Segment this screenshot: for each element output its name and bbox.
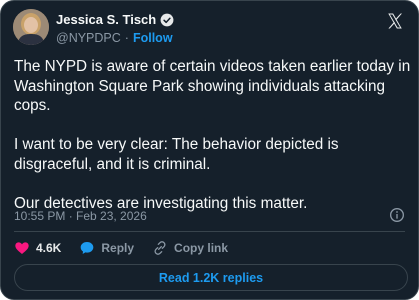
copy-link-label: Copy link <box>174 241 229 255</box>
avatar[interactable] <box>13 9 49 45</box>
link-icon <box>154 241 166 255</box>
read-replies-button[interactable]: Read 1.2K replies <box>14 264 408 291</box>
tweet-text: The NYPD is aware of certain videos take… <box>14 57 412 213</box>
read-replies-label: Read 1.2K replies <box>158 270 264 285</box>
like-button[interactable]: 4.6K <box>14 240 61 256</box>
reply-label: Reply <box>101 241 135 255</box>
copy-link-button[interactable]: Copy link <box>152 240 228 256</box>
action-bar: 4.6K Reply Copy link <box>14 240 246 256</box>
author-handle-row: @NYPDPC · Follow <box>56 31 173 45</box>
like-count: 4.6K <box>36 241 62 255</box>
heart-icon <box>15 242 29 254</box>
follow-button[interactable]: Follow <box>133 31 173 45</box>
tweet-timestamp[interactable]: 10:55 PM · Feb 23, 2026 <box>14 209 147 223</box>
tweet-card: Jessica S. Tisch @NYPDPC · Follow The NY… <box>0 0 419 300</box>
separator-dot: · <box>124 31 129 45</box>
reply-button[interactable]: Reply <box>79 240 134 256</box>
author-name-row: Jessica S. Tisch <box>56 12 174 27</box>
info-icon[interactable] <box>389 207 405 223</box>
reply-icon <box>81 242 94 254</box>
x-logo-icon[interactable] <box>386 12 404 30</box>
author-handle[interactable]: @NYPDPC <box>56 31 121 45</box>
author-name[interactable]: Jessica S. Tisch <box>56 12 156 27</box>
tweet-paragraph: I want to be very clear: The behavior de… <box>14 136 339 173</box>
tweet-paragraph: The NYPD is aware of certain videos take… <box>14 58 411 114</box>
verified-badge-icon <box>160 13 174 27</box>
divider <box>14 231 405 232</box>
